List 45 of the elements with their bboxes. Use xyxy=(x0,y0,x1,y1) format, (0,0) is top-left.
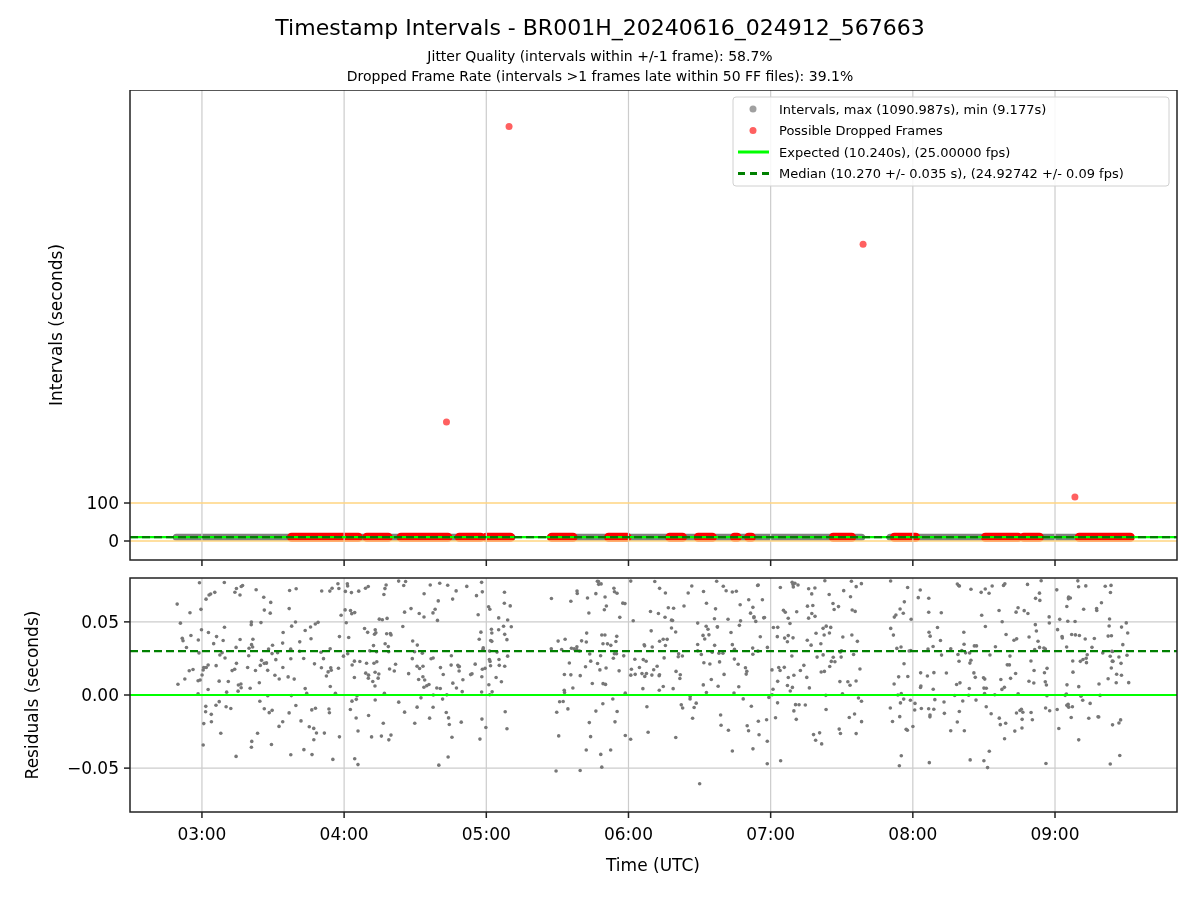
x-tick-label: 06:00 xyxy=(604,824,653,844)
x-tick-label: 07:00 xyxy=(746,824,796,844)
tick-mark xyxy=(201,559,203,567)
tick-mark xyxy=(123,694,131,696)
tick-mark xyxy=(912,811,914,819)
legend-label: Median (10.270 +/- 0.035 s), (24.92742 +/- 0.09 fps) xyxy=(779,166,1124,181)
tick-mark xyxy=(343,811,345,819)
x-tick-label: 08:00 xyxy=(888,824,938,844)
dropped-frame-point xyxy=(1071,493,1079,501)
tick-mark xyxy=(123,502,131,504)
y-tick-label: 100 xyxy=(86,493,119,513)
tick-mark xyxy=(485,559,488,567)
tick-mark xyxy=(1054,559,1056,567)
tick-mark xyxy=(123,767,131,769)
y-tick-label: 0.00 xyxy=(81,685,119,705)
figure-title: Timestamp Intervals - BR001H_20240616_024912_567663 xyxy=(275,14,925,42)
x-tick-label: 09:00 xyxy=(1030,824,1080,844)
x-axis-label: Time (UTC) xyxy=(606,855,700,875)
x-tick-label: 04:00 xyxy=(319,824,369,844)
y-axis-label: Intervals (seconds) xyxy=(46,243,66,407)
tick-mark xyxy=(485,811,488,819)
tick-mark xyxy=(627,559,630,567)
legend-label: Possible Dropped Frames xyxy=(779,123,943,138)
y-tick-label: 0.05 xyxy=(81,611,119,632)
tick-mark xyxy=(123,621,131,623)
tick-mark xyxy=(769,811,772,819)
tick-mark xyxy=(769,559,772,567)
figure-subtitle: Dropped Frame Rate (intervals >1 frames late within 50 FF files): 39.1% xyxy=(346,67,854,86)
tick-mark xyxy=(343,559,345,567)
dropped-frame-point xyxy=(505,123,513,130)
y-tick-label: −0.05 xyxy=(66,758,119,779)
legend-label: Expected (10.240s), (25.00000 fps) xyxy=(779,144,1011,160)
tick-mark xyxy=(123,540,131,542)
y-axis-label: Residuals (seconds) xyxy=(22,610,42,780)
tick-mark xyxy=(627,811,630,819)
x-tick-label: 05:00 xyxy=(461,824,511,844)
tick-mark xyxy=(1054,811,1056,819)
x-tick-label: 03:00 xyxy=(177,824,227,844)
y-tick-label: 0 xyxy=(108,531,119,551)
tick-mark xyxy=(201,811,203,819)
figure-subtitle: Jitter Quality (intervals within +/-1 frame): 58.7% xyxy=(427,47,773,66)
legend-label: Intervals, max (1090.987s), min (9.177s) xyxy=(779,101,1047,117)
tick-mark xyxy=(912,559,914,567)
dropped-frame-point xyxy=(443,418,450,426)
dropped-frame-point xyxy=(859,240,867,248)
